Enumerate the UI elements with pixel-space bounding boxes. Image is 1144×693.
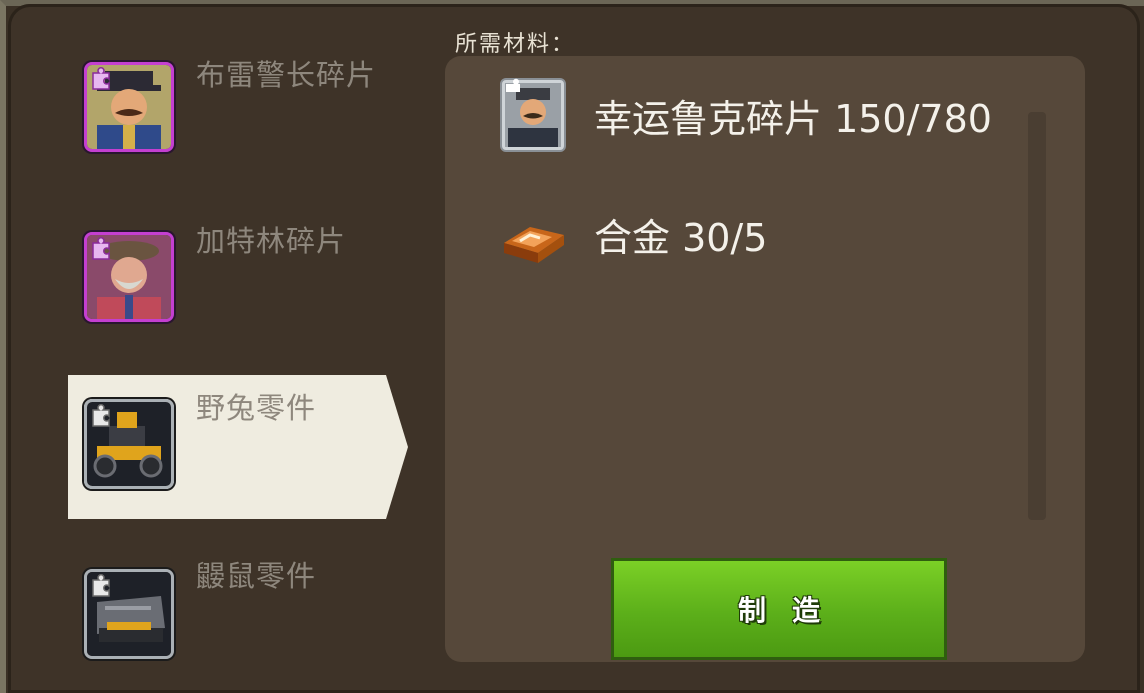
craft-button[interactable]: 制造 [611,558,947,660]
materials-scrollbar[interactable] [1028,112,1046,520]
list-item-gatling-fragment[interactable]: 加特林碎片 [68,210,408,356]
hare-vehicle-icon [84,399,174,489]
list-item-label: 野兔零件 [196,391,317,425]
gatling-portrait-icon [84,232,174,322]
materials-title: 所需材料： [455,32,576,57]
list-item-label: 加特林碎片 [196,224,347,258]
craft-button-label: 制造 [737,594,846,627]
sheriff-portrait-icon [84,62,174,152]
mole-vehicle-icon [84,569,174,659]
list-item-mole-parts[interactable]: 鼹鼠零件 [68,545,408,691]
list-item-hare-parts[interactable]: 野兔零件 [68,375,408,521]
material-label: 合金 30/5 [594,216,768,260]
list-item-label: 布雷警长碎片 [196,58,377,92]
alloy-ingot-icon [500,197,566,271]
lucky-luke-fragment-icon [500,78,566,152]
list-item-label: 鼹鼠零件 [196,559,317,593]
list-item-bret-fragment[interactable]: 布雷警长碎片 [68,40,408,186]
material-label: 幸运鲁克碎片 150/780 [594,97,992,141]
